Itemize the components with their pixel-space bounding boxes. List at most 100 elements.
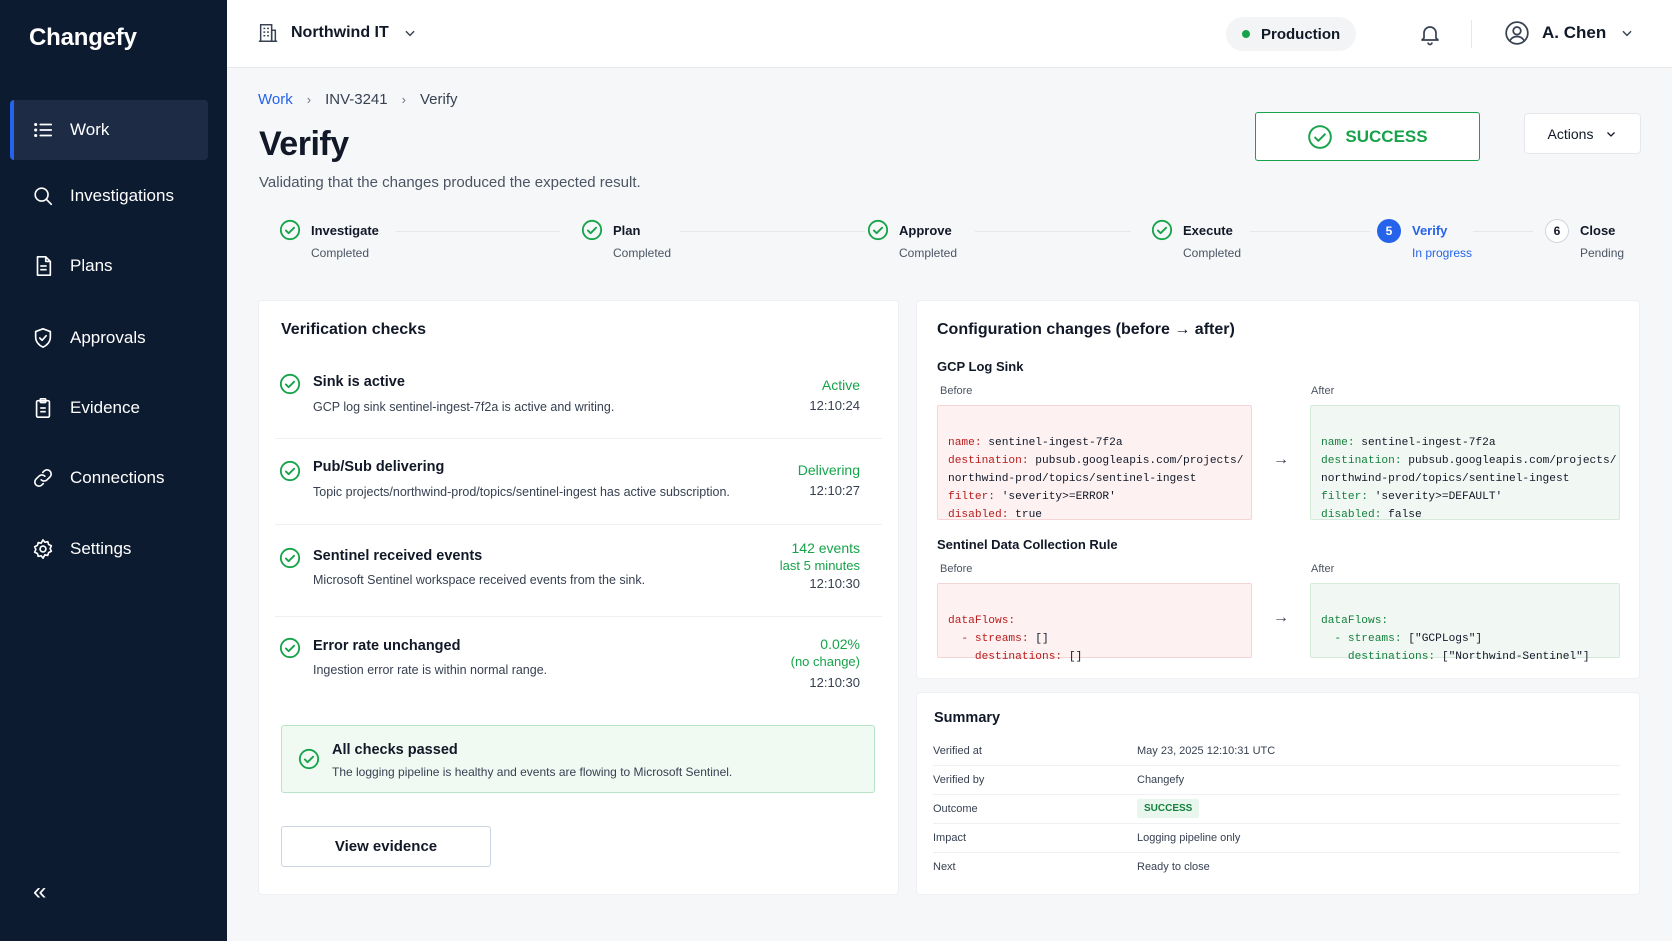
sidebar-item-work[interactable]: Work (10, 100, 208, 160)
sidebar-item-evidence[interactable]: Evidence (10, 378, 208, 438)
arrow-right-icon: → (1273, 451, 1289, 468)
check-title: Sentinel received events (313, 548, 483, 564)
bell-icon[interactable] (1418, 21, 1442, 47)
summary-row: Verified by Changefy (933, 766, 1620, 795)
step-number: 5 (1377, 219, 1401, 243)
config-after-block: dataFlows: - streams: ["GCPLogs"] destin… (1310, 583, 1620, 663)
list-icon (34, 122, 53, 138)
chevron-down-icon (405, 30, 415, 37)
sidebar-item-label: Plans (70, 256, 113, 275)
chevron-down-icon (1622, 30, 1632, 37)
collapse-sidebar-icon[interactable]: « (33, 880, 46, 904)
banner-description: The logging pipeline is healthy and even… (332, 765, 733, 779)
step-number: 6 (1545, 219, 1569, 243)
user-avatar-icon (1505, 21, 1529, 45)
sidebar-item-label: Settings (70, 539, 132, 558)
card-title: Configuration changes (before → after) (937, 321, 1235, 338)
step-status: Completed (311, 246, 370, 260)
configuration-changes-card: Configuration changes (before → after) G… (916, 300, 1640, 679)
check-circle-icon (298, 748, 320, 770)
check-circle-icon (279, 547, 301, 569)
building-icon (258, 24, 278, 42)
all-checks-passed-banner: All checks passed The logging pipeline i… (281, 725, 875, 793)
check-status: 142 events (791, 540, 861, 556)
sidebar-item-connections[interactable]: Connections (10, 448, 208, 508)
check-time: 12:10:24 (809, 398, 860, 413)
summary-value: Ready to close (1137, 861, 1210, 873)
check-circle-icon (279, 219, 301, 241)
check-time: 12:10:30 (809, 675, 860, 690)
actions-label: Actions (1547, 125, 1594, 142)
check-circle-icon (279, 373, 301, 395)
check-row: Sink is active GCP log sink sentinel-ing… (275, 357, 882, 439)
breadcrumb-work-link[interactable]: Work (258, 91, 293, 108)
breadcrumb: Work › INV-3241 › Verify (258, 91, 457, 108)
config-section-title: GCP Log Sink (937, 359, 1024, 374)
environment-badge[interactable]: Production (1226, 17, 1357, 51)
sidebar: Changefy Work Investigations Plans Appro… (0, 0, 227, 941)
sidebar-item-label: Connections (70, 468, 165, 487)
summary-value: Logging pipeline only (1137, 832, 1241, 844)
search-icon (34, 187, 53, 206)
step-status: Completed (899, 246, 958, 260)
status-label: SUCCESS (1345, 126, 1428, 146)
gear-icon (33, 539, 53, 559)
check-time: 12:10:30 (809, 576, 860, 591)
check-circle-icon (867, 219, 889, 241)
step-status: In progress (1412, 246, 1473, 260)
status-success-badge: SUCCESS (1255, 112, 1480, 161)
step-connector (396, 231, 560, 232)
check-status: 0.02% (820, 636, 860, 652)
breadcrumb-current: Verify (419, 91, 458, 108)
outcome-badge: SUCCESS (1137, 799, 1200, 818)
page-title: Verify (259, 125, 349, 163)
actions-dropdown[interactable]: Actions (1524, 113, 1641, 154)
breadcrumb-item-link[interactable]: INV-3241 (325, 91, 388, 108)
step-label: Close (1580, 223, 1616, 238)
check-status: Active (821, 377, 860, 393)
clipboard-icon (35, 398, 51, 418)
step-label: Execute (1183, 223, 1233, 238)
after-label: After (1311, 385, 1335, 397)
sidebar-item-approvals[interactable]: Approvals (10, 308, 208, 368)
step-connector (1250, 231, 1370, 232)
check-circle-icon (581, 219, 603, 241)
summary-row: Next Ready to close (933, 853, 1620, 882)
brand-logo[interactable]: Changefy (29, 24, 137, 52)
config-section-title: Sentinel Data Collection Rule (937, 537, 1118, 552)
check-row: Sentinel received events Microsoft Senti… (275, 525, 882, 617)
check-detail: (no change) (790, 654, 860, 669)
summary-value: Changefy (1137, 774, 1185, 786)
sidebar-item-investigations[interactable]: Investigations (10, 166, 208, 226)
check-description: Topic projects/northwind-prod/topics/sen… (313, 485, 730, 499)
step-label: Verify (1412, 223, 1448, 238)
config-before-block: name: sentinel-ingest-7f2a destination: … (937, 405, 1252, 521)
summary-label: Outcome (933, 803, 978, 815)
user-menu[interactable]: A. Chen (1504, 20, 1646, 46)
view-evidence-button[interactable]: View evidence (281, 826, 491, 867)
step-connector (975, 231, 1131, 232)
summary-label: Verified at (933, 745, 982, 757)
link-icon (34, 469, 52, 487)
check-status: Delivering (797, 462, 860, 478)
banner-title: All checks passed (332, 742, 458, 758)
after-label: After (1311, 563, 1335, 575)
check-row: Error rate unchanged Ingestion error rat… (275, 617, 882, 709)
config-before-block: dataFlows: - streams: [] destinations: [… (937, 583, 1252, 663)
card-title: Summary (934, 710, 1001, 726)
page-subtitle: Validating that the changes produced the… (259, 174, 641, 191)
user-name: A. Chen (1542, 23, 1607, 42)
step-status: Pending (1580, 246, 1625, 260)
step-status: Completed (613, 246, 672, 260)
before-label: Before (940, 563, 973, 575)
org-switcher[interactable]: Northwind IT (257, 22, 429, 44)
sidebar-item-label: Work (70, 120, 110, 139)
check-description: GCP log sink sentinel-ingest-7f2a is act… (313, 400, 615, 414)
summary-row: Verified at May 23, 2025 12:10:31 UTC (933, 737, 1620, 766)
sidebar-item-settings[interactable]: Settings (10, 519, 208, 579)
check-title: Sink is active (313, 374, 405, 390)
check-detail: last 5 minutes (779, 558, 860, 573)
sidebar-item-plans[interactable]: Plans (10, 236, 208, 296)
card-title: Verification checks (281, 321, 426, 338)
step-label: Plan (613, 223, 641, 238)
